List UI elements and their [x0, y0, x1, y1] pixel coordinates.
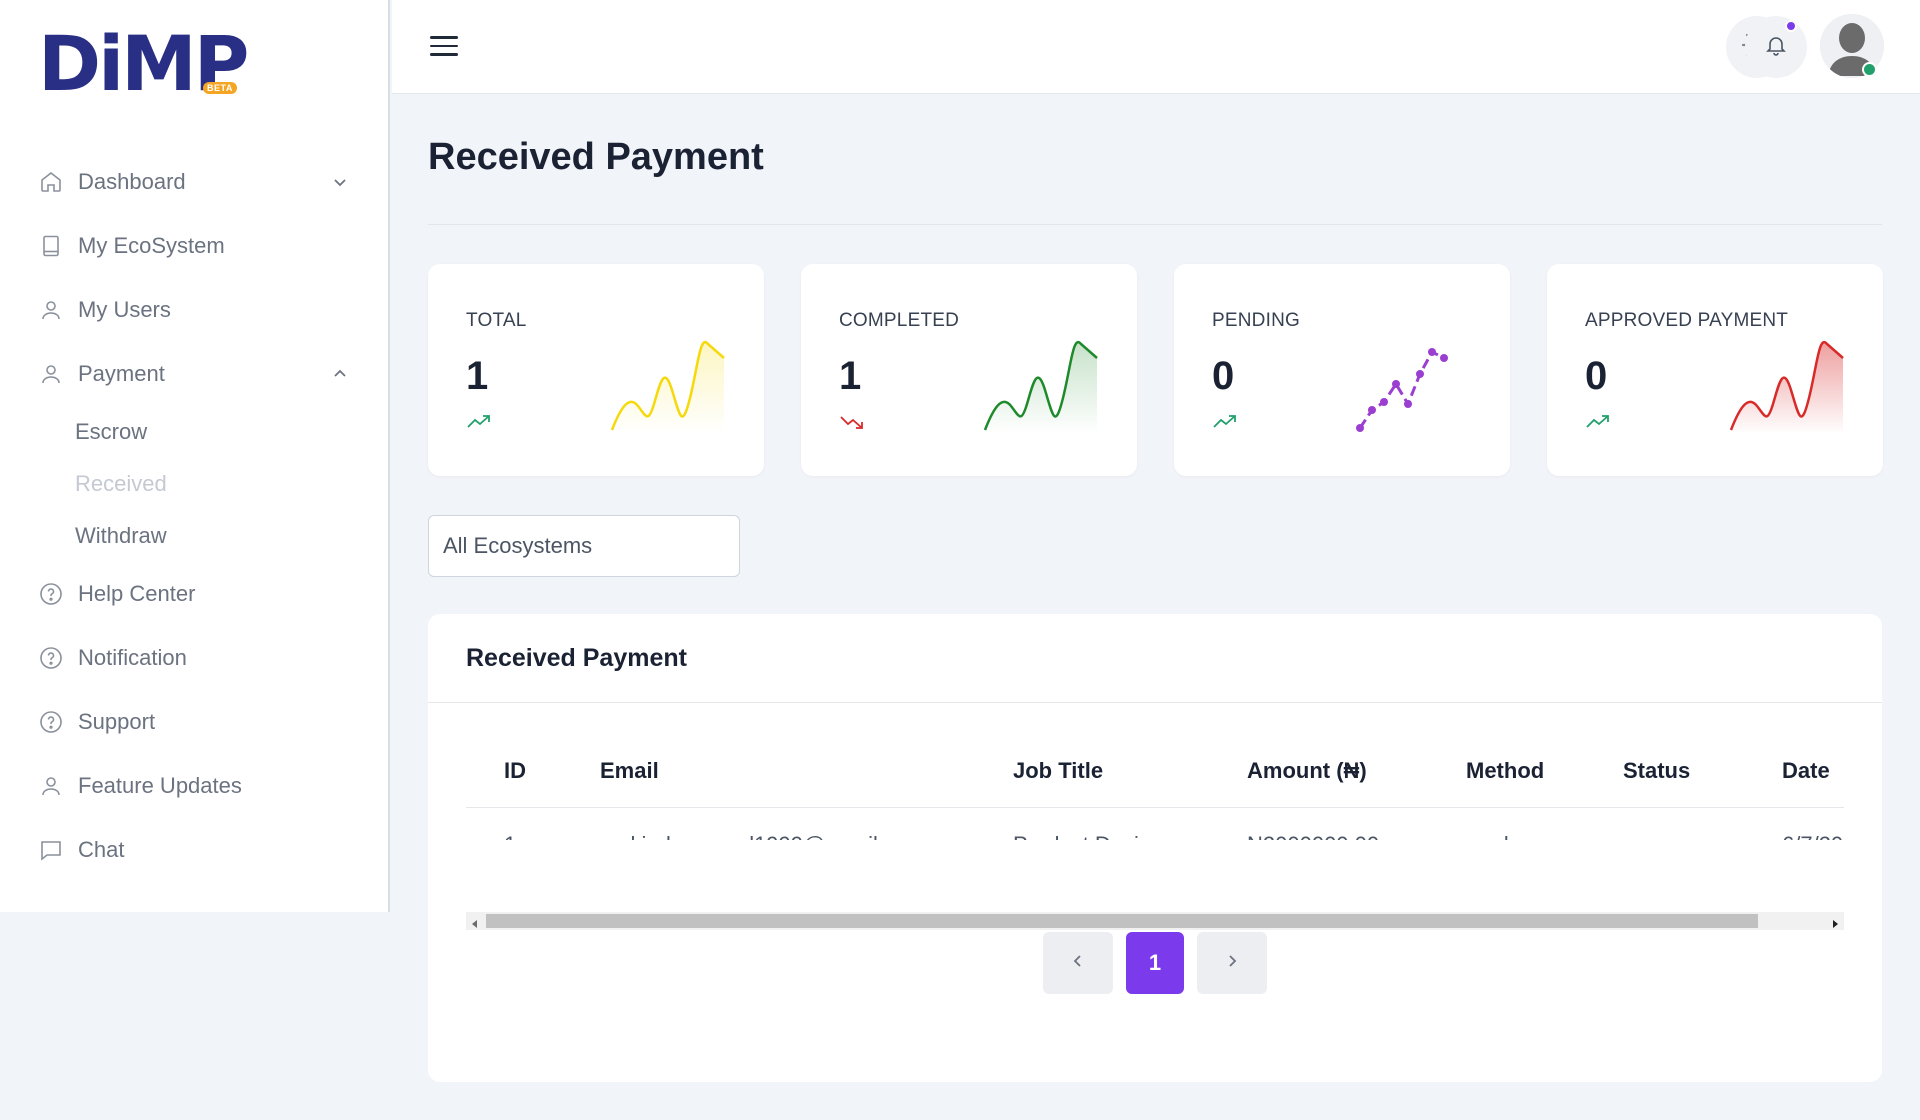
divider	[428, 702, 1882, 703]
cell-id: 1	[504, 832, 516, 840]
trend-up-icon	[466, 412, 492, 432]
sidebar-item-my-ecosystem[interactable]: My EcoSystem	[0, 214, 390, 278]
sidebar-item-label: Feature Updates	[78, 773, 242, 798]
stat-label: APPROVED PAYMENT	[1585, 310, 1789, 331]
column-header[interactable]: Method	[1466, 758, 1544, 784]
sidebar-item-support[interactable]: Support	[0, 690, 390, 754]
stat-label: PENDING	[1212, 310, 1300, 331]
sidebar-item-feature-updates[interactable]: Feature Updates	[0, 754, 390, 818]
cell-amount: ₦2000000.00	[1247, 832, 1379, 840]
stat-value: 0	[1212, 354, 1235, 398]
user-icon	[38, 361, 64, 387]
panel-title: Received Payment	[466, 644, 687, 672]
chevron-left-icon	[1071, 953, 1085, 974]
sidebar-item-label: Payment	[78, 361, 165, 386]
trend-up-icon	[1212, 412, 1238, 432]
help-circle-icon	[38, 581, 64, 607]
sidebar-item-label: My Users	[78, 297, 171, 322]
sidebar-item-chat[interactable]: Chat	[0, 818, 390, 882]
sparkline-pending	[1356, 348, 1448, 432]
scrollbar-thumb[interactable]	[486, 914, 1758, 928]
cell-date: 6/7/2024	[1782, 832, 1844, 840]
column-header[interactable]: Date	[1782, 758, 1830, 784]
sidebar-subitem-received[interactable]: Received	[0, 458, 390, 510]
cell-method: card	[1466, 832, 1509, 840]
stat-card-completed: COMPLETED 1	[801, 264, 1137, 476]
sparkline-total	[610, 340, 725, 434]
sparkline-completed	[983, 340, 1098, 434]
stat-card-total: TOTAL 1	[428, 264, 764, 476]
chevron-right-icon	[1225, 953, 1239, 974]
notifications-button[interactable]	[1745, 16, 1807, 78]
sidebar-subitem-withdraw[interactable]: Withdraw	[0, 510, 390, 562]
sidebar: DiMP BETA Dashboard My EcoSystem My User…	[0, 0, 390, 912]
horizontal-scrollbar[interactable]	[466, 912, 1844, 930]
cell-status: success	[1623, 832, 1702, 840]
sidebar-item-dashboard[interactable]: Dashboard	[0, 150, 390, 214]
help-circle-icon	[38, 645, 64, 671]
scroll-left-icon[interactable]	[470, 916, 480, 928]
received-payment-panel: Received Payment ID Email Job Title Amou…	[428, 614, 1882, 1082]
bell-icon	[1764, 33, 1788, 62]
notification-dot	[1785, 20, 1797, 32]
sparkline-approved	[1729, 340, 1844, 434]
stat-value: 1	[839, 354, 862, 398]
home-icon	[38, 169, 64, 195]
column-header[interactable]: Amount (₦)	[1247, 758, 1367, 784]
user-icon	[38, 297, 64, 323]
menu-toggle-icon[interactable]	[430, 36, 458, 58]
sidebar-item-label: My EcoSystem	[78, 233, 225, 258]
chevron-up-icon	[330, 364, 350, 384]
table-header: ID Email Job Title Amount (₦) Method Sta…	[466, 734, 1844, 808]
online-status-dot	[1862, 62, 1877, 77]
sidebar-item-help-center[interactable]: Help Center	[0, 562, 390, 626]
trend-up-icon	[1585, 412, 1611, 432]
sidebar-subitem-escrow[interactable]: Escrow	[0, 406, 390, 458]
divider	[428, 224, 1882, 225]
stat-label: COMPLETED	[839, 310, 960, 331]
help-circle-icon	[38, 709, 64, 735]
book-icon	[38, 233, 64, 259]
page-title: Received Payment	[428, 136, 764, 178]
scroll-right-icon[interactable]	[1830, 916, 1840, 928]
column-header[interactable]: Status	[1623, 758, 1690, 784]
sidebar-item-notification[interactable]: Notification	[0, 626, 390, 690]
table-row[interactable]: 1 makindesamuel1999@gmail.com Product De…	[466, 808, 1844, 840]
pagination-prev-button[interactable]	[1043, 932, 1113, 994]
brand-logo[interactable]: DiMP BETA	[38, 26, 249, 102]
cell-job-title: Product Design	[1013, 832, 1163, 840]
beta-badge: BETA	[203, 82, 237, 94]
cell-email: makindesamuel1999@gmail.com	[600, 832, 926, 840]
top-header	[392, 0, 1920, 94]
sidebar-item-my-users[interactable]: My Users	[0, 278, 390, 342]
sidebar-item-label: Chat	[78, 837, 125, 862]
sidebar-item-label: Help Center	[78, 581, 196, 606]
stat-value: 0	[1585, 354, 1608, 398]
trend-down-icon	[839, 412, 865, 432]
pagination-next-button[interactable]	[1197, 932, 1267, 994]
sidebar-item-label: Notification	[78, 645, 187, 670]
sidebar-item-payment[interactable]: Payment	[0, 342, 390, 406]
stat-value: 1	[466, 354, 489, 398]
pagination-page-current[interactable]: 1	[1126, 932, 1184, 994]
column-header[interactable]: Job Title	[1013, 758, 1103, 784]
stat-card-approved-payment: APPROVED PAYMENT 0	[1547, 264, 1883, 476]
user-icon	[38, 773, 64, 799]
column-header[interactable]: Email	[600, 758, 659, 784]
stat-card-pending: PENDING 0	[1174, 264, 1510, 476]
payments-table: ID Email Job Title Amount (₦) Method Sta…	[466, 734, 1844, 840]
ecosystem-select[interactable]: All Ecosystems	[428, 515, 740, 577]
chat-icon	[38, 837, 64, 863]
chevron-down-icon	[330, 172, 350, 192]
sidebar-item-label: Dashboard	[78, 169, 186, 194]
stat-label: TOTAL	[466, 310, 527, 331]
sidebar-item-label: Support	[78, 709, 156, 734]
sidebar-nav: Dashboard My EcoSystem My Users Payment	[0, 150, 390, 882]
column-header[interactable]: ID	[504, 758, 526, 784]
